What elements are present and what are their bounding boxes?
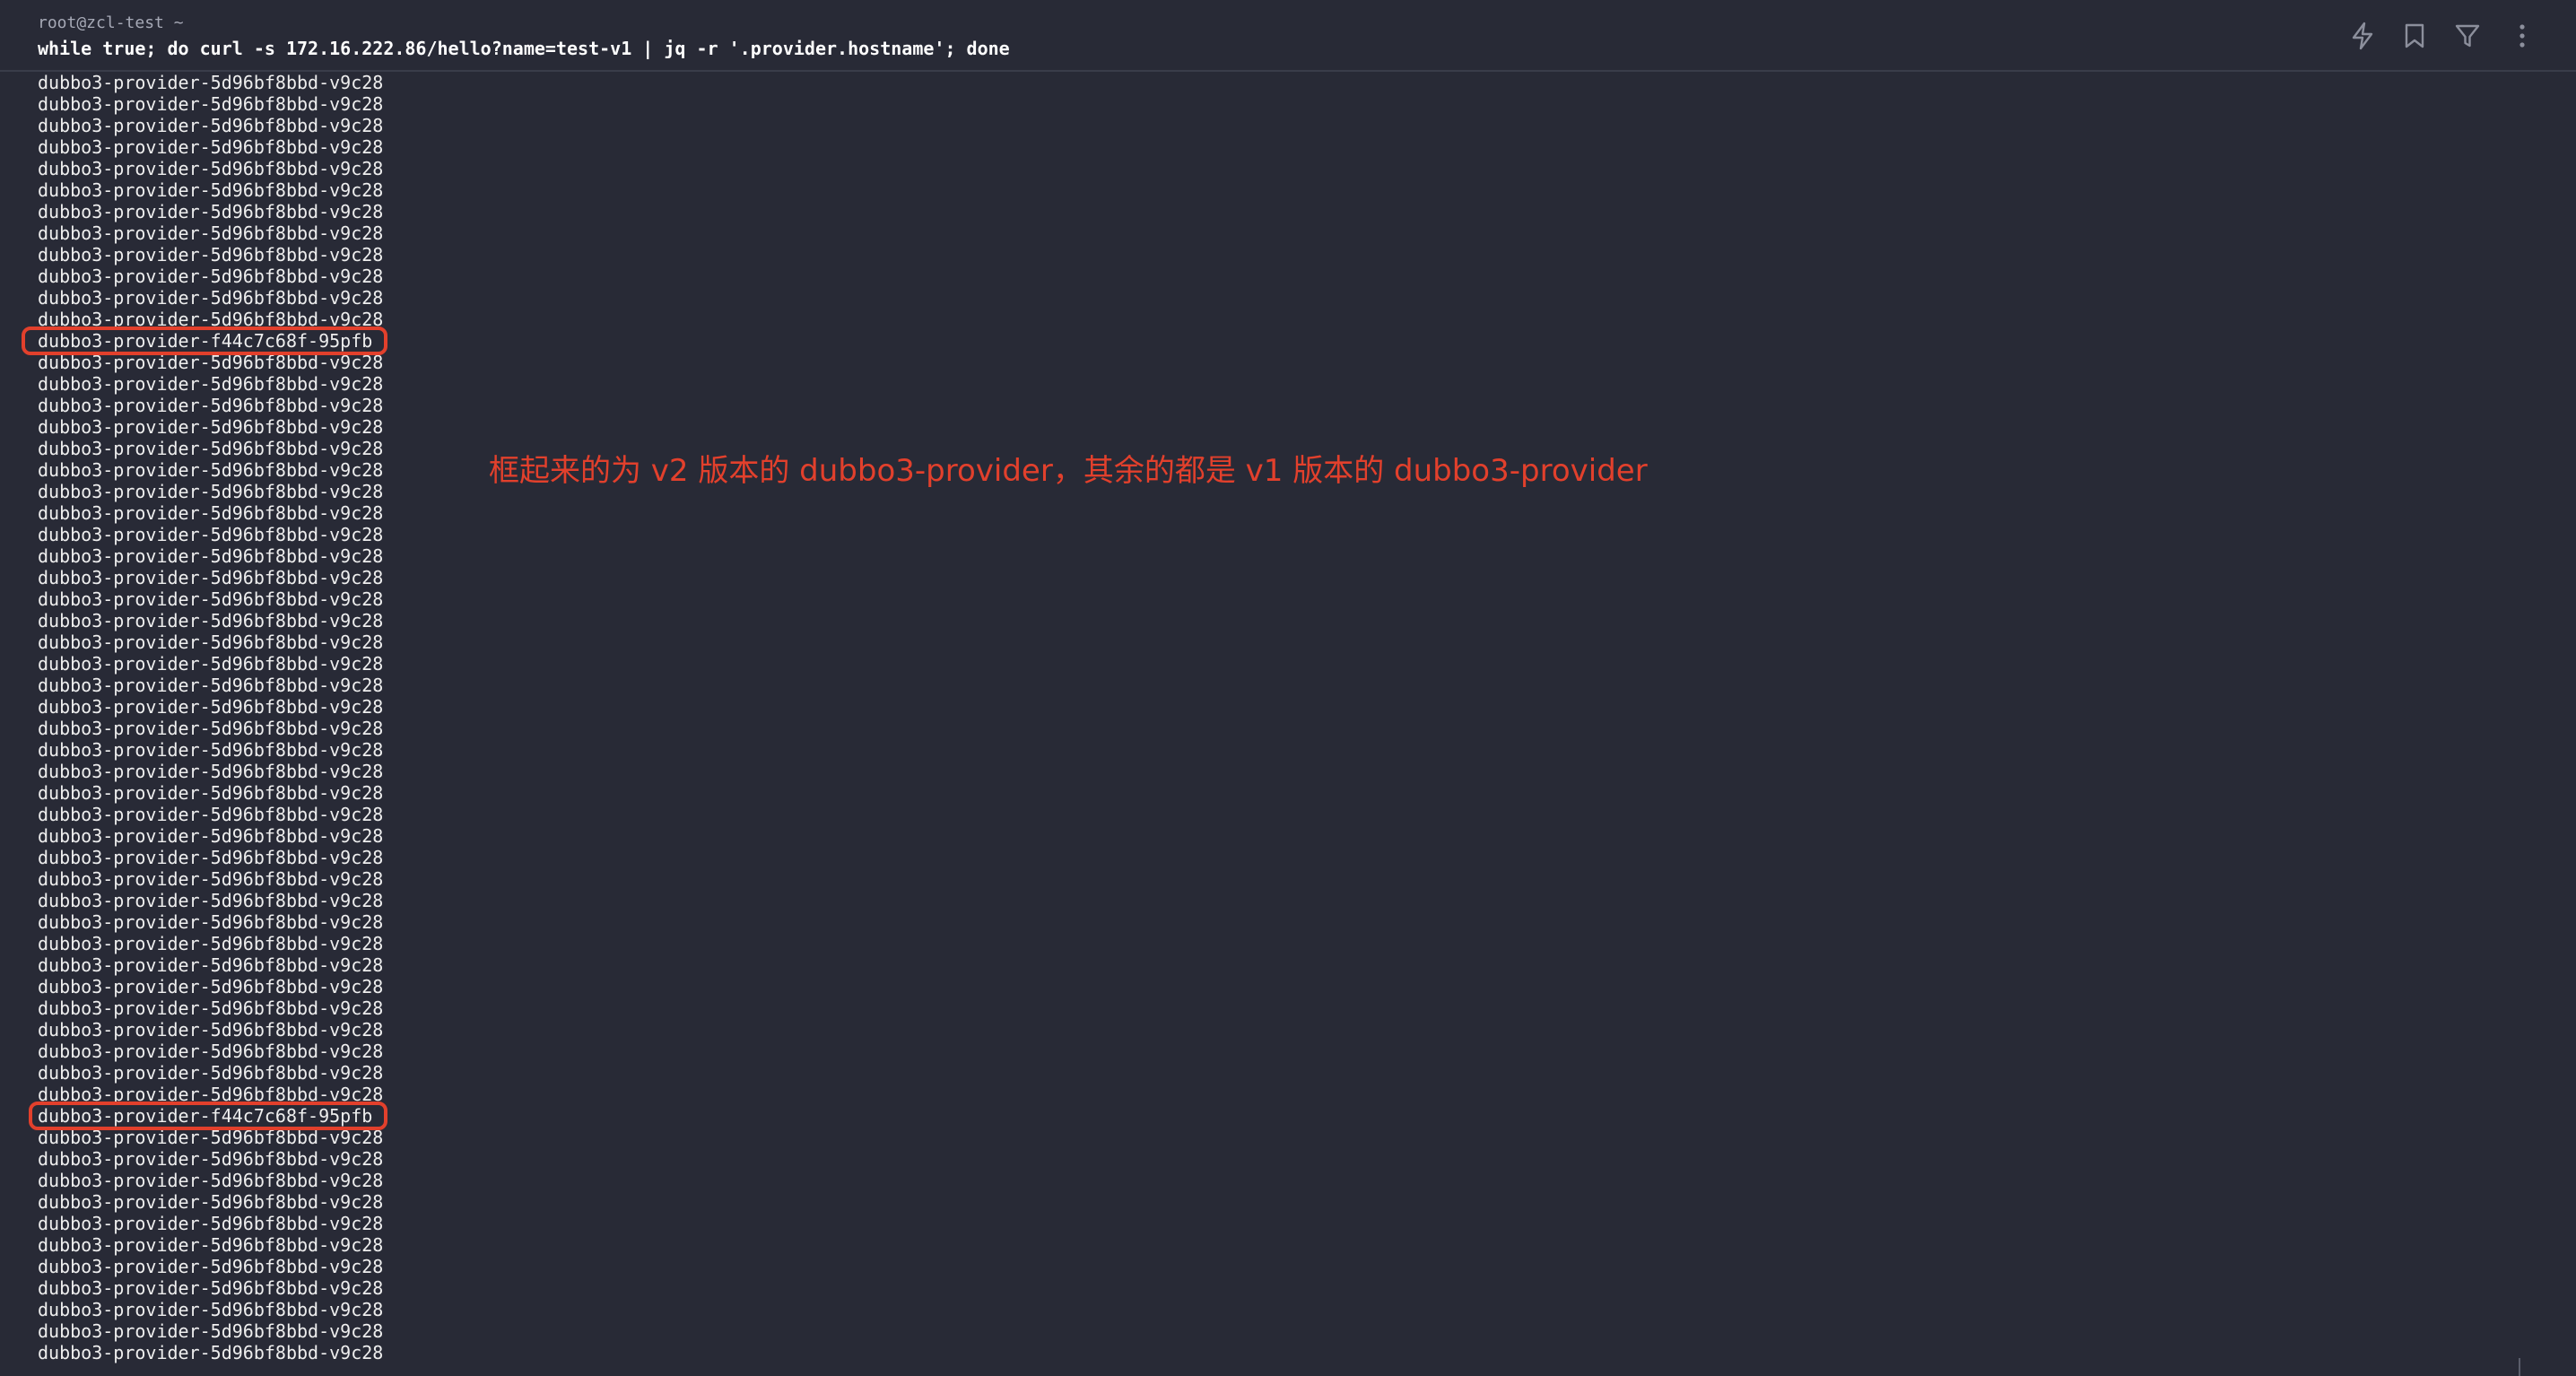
output-line: dubbo3-provider-5d96bf8bbd-v9c28 [38, 502, 384, 524]
output-line: dubbo3-provider-5d96bf8bbd-v9c28 [38, 761, 384, 782]
output-line: dubbo3-provider-5d96bf8bbd-v9c28 [38, 718, 384, 739]
output-line: dubbo3-provider-5d96bf8bbd-v9c28 [38, 1342, 384, 1363]
output-line: dubbo3-provider-5d96bf8bbd-v9c28 [38, 1299, 384, 1320]
output-line: dubbo3-provider-5d96bf8bbd-v9c28 [38, 136, 384, 158]
output-line: dubbo3-provider-5d96bf8bbd-v9c28 [38, 201, 384, 222]
output-line: dubbo3-provider-5d96bf8bbd-v9c28 [38, 675, 384, 696]
output-line: dubbo3-provider-5d96bf8bbd-v9c28 [38, 1019, 384, 1041]
output-line: dubbo3-provider-5d96bf8bbd-v9c28 [38, 158, 384, 179]
prompt-context: root@zcl-test ~ [38, 13, 184, 32]
output-line: dubbo3-provider-5d96bf8bbd-v9c28 [38, 93, 384, 115]
output-line: dubbo3-provider-5d96bf8bbd-v9c28 [38, 631, 384, 653]
command-text[interactable]: while true; do curl -s 172.16.222.86/hel… [38, 37, 1010, 60]
output-line: dubbo3-provider-5d96bf8bbd-v9c28 [38, 244, 384, 266]
output-line: dubbo3-provider-5d96bf8bbd-v9c28 [38, 1148, 384, 1170]
filter-icon[interactable] [2450, 18, 2485, 54]
output-line: dubbo3-provider-5d96bf8bbd-v9c28 [38, 890, 384, 911]
output-line: dubbo3-provider-5d96bf8bbd-v9c28 [38, 997, 384, 1019]
output-line: dubbo3-provider-5d96bf8bbd-v9c28 [38, 72, 384, 93]
output-line: dubbo3-provider-5d96bf8bbd-v9c28 [38, 933, 384, 954]
scrollbar-thumb[interactable] [2519, 1358, 2520, 1376]
output-line: dubbo3-provider-5d96bf8bbd-v9c28 [38, 782, 384, 804]
terminal-block-header: root@zcl-test ~ while true; do curl -s 1… [0, 0, 2576, 72]
output-line: dubbo3-provider-5d96bf8bbd-v9c28 [38, 373, 384, 395]
output-line: dubbo3-provider-5d96bf8bbd-v9c28 [38, 868, 384, 890]
bookmark-icon[interactable] [2397, 18, 2432, 54]
more-vertical-icon[interactable] [2504, 18, 2540, 54]
annotation-text: 框起来的为 v2 版本的 dubbo3-provider，其余的都是 v1 版本… [489, 453, 1648, 489]
output-line: dubbo3-provider-5d96bf8bbd-v9c28 [38, 1320, 384, 1342]
output-line: dubbo3-provider-5d96bf8bbd-v9c28 [38, 1234, 384, 1256]
output-line: dubbo3-provider-5d96bf8bbd-v9c28 [38, 287, 384, 309]
highlight-box [29, 1102, 387, 1130]
output-line: dubbo3-provider-5d96bf8bbd-v9c28 [38, 524, 384, 545]
output-line: dubbo3-provider-5d96bf8bbd-v9c28 [38, 266, 384, 287]
output-line: dubbo3-provider-5d96bf8bbd-v9c28 [38, 1191, 384, 1213]
output-line: dubbo3-provider-5d96bf8bbd-v9c28 [38, 545, 384, 567]
highlight-box [22, 327, 387, 355]
output-line: dubbo3-provider-5d96bf8bbd-v9c28 [38, 1170, 384, 1191]
output-line: dubbo3-provider-5d96bf8bbd-v9c28 [38, 459, 384, 481]
output-line: dubbo3-provider-5d96bf8bbd-v9c28 [38, 825, 384, 847]
output-line: dubbo3-provider-5d96bf8bbd-v9c28 [38, 1062, 384, 1084]
output-line: dubbo3-provider-5d96bf8bbd-v9c28 [38, 395, 384, 416]
output-line: dubbo3-provider-5d96bf8bbd-v9c28 [38, 1256, 384, 1277]
output-line: dubbo3-provider-5d96bf8bbd-v9c28 [38, 696, 384, 718]
lightning-icon[interactable] [2345, 18, 2380, 54]
output-line: dubbo3-provider-5d96bf8bbd-v9c28 [38, 847, 384, 868]
output-line: dubbo3-provider-5d96bf8bbd-v9c28 [38, 416, 384, 438]
output-line: dubbo3-provider-5d96bf8bbd-v9c28 [38, 1213, 384, 1234]
output-line: dubbo3-provider-5d96bf8bbd-v9c28 [38, 610, 384, 631]
output-line: dubbo3-provider-5d96bf8bbd-v9c28 [38, 954, 384, 976]
output-line: dubbo3-provider-5d96bf8bbd-v9c28 [38, 1277, 384, 1299]
output-line: dubbo3-provider-5d96bf8bbd-v9c28 [38, 481, 384, 502]
output-line: dubbo3-provider-5d96bf8bbd-v9c28 [38, 115, 384, 136]
output-line: dubbo3-provider-5d96bf8bbd-v9c28 [38, 222, 384, 244]
output-line: dubbo3-provider-5d96bf8bbd-v9c28 [38, 179, 384, 201]
output-line: dubbo3-provider-5d96bf8bbd-v9c28 [38, 976, 384, 997]
output-line: dubbo3-provider-5d96bf8bbd-v9c28 [38, 804, 384, 825]
output-line: dubbo3-provider-5d96bf8bbd-v9c28 [38, 438, 384, 459]
output-line: dubbo3-provider-5d96bf8bbd-v9c28 [38, 1041, 384, 1062]
output-line: dubbo3-provider-5d96bf8bbd-v9c28 [38, 739, 384, 761]
output-line: dubbo3-provider-5d96bf8bbd-v9c28 [38, 653, 384, 675]
output-line: dubbo3-provider-5d96bf8bbd-v9c28 [38, 588, 384, 610]
output-line: dubbo3-provider-5d96bf8bbd-v9c28 [38, 567, 384, 588]
command-output: dubbo3-provider-5d96bf8bbd-v9c28 dubbo3-p… [38, 72, 383, 1363]
output-line: dubbo3-provider-5d96bf8bbd-v9c28 [38, 911, 384, 933]
